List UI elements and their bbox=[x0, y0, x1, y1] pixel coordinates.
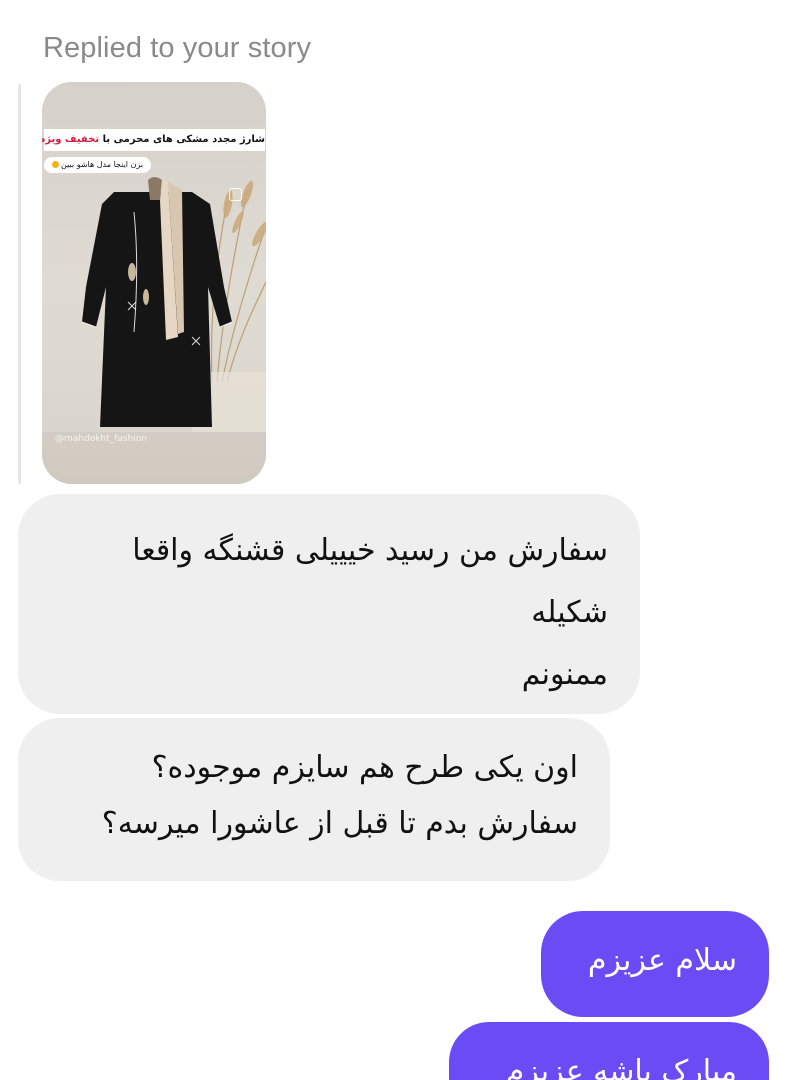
message-text-line: مبارک باشه عزیزم bbox=[505, 1054, 737, 1080]
story-banner: شارژ مجدد مشکی های محرمی با تخفیف ویژه bbox=[42, 129, 265, 151]
message-text-line: سفارش من رسید خیییلی قشنگه واقعا bbox=[132, 533, 608, 568]
message-text-line: ممنونم bbox=[521, 657, 608, 692]
message-bubble-incoming[interactable]: اون یکی طرح هم سایزم موجوده؟ سفارش بدم ت… bbox=[18, 718, 610, 881]
message-text-line: اون یکی طرح هم سایزم موجوده؟ bbox=[151, 750, 578, 785]
story-thumbnail[interactable]: شارژ مجدد مشکی های محرمی با تخفیف ویژه ب… bbox=[42, 82, 266, 484]
message-bubble-incoming[interactable]: سفارش من رسید خیییلی قشنگه واقعا شکیله م… bbox=[18, 494, 640, 714]
message-text-line: سفارش بدم تا قبل از عاشورا میرسه؟ bbox=[101, 806, 578, 841]
pointing-hand-icon bbox=[52, 161, 59, 168]
story-link-pill: بزن اینجا مدل هاشو ببین bbox=[44, 157, 152, 173]
story-watermark: @mahdokht_fashion bbox=[55, 434, 147, 444]
message-text-line: شکیله bbox=[531, 595, 608, 630]
story-reply-caption: Replied to your story bbox=[43, 32, 312, 64]
select-checkbox-icon bbox=[229, 188, 242, 201]
message-bubble-outgoing[interactable]: مبارک باشه عزیزم bbox=[449, 1022, 769, 1080]
reply-quote-bar bbox=[18, 84, 21, 484]
message-bubble-outgoing[interactable]: سلام عزیزم bbox=[541, 911, 769, 1017]
message-text-line: سلام عزیزم bbox=[587, 943, 737, 978]
